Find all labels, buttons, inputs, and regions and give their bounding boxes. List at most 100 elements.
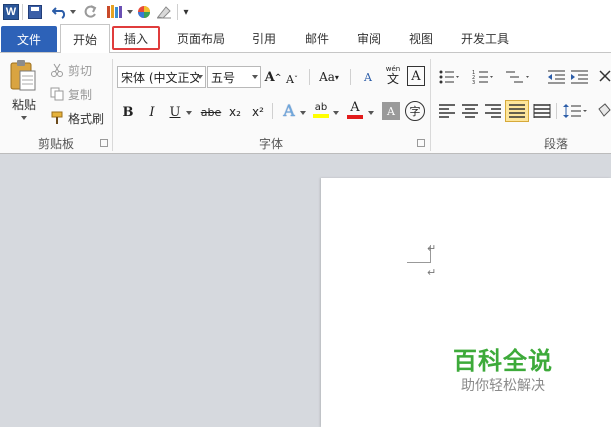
font-dialog-launcher[interactable]	[417, 139, 425, 147]
word-app-icon[interactable]: W	[3, 4, 19, 20]
multilevel-list-icon	[506, 71, 529, 83]
decrease-indent-icon	[548, 70, 565, 84]
tab-file[interactable]: 文件	[1, 26, 57, 53]
format-painter-icon	[51, 111, 63, 124]
paragraph-group-label: 段落	[543, 136, 568, 151]
text-effects-button[interactable]: A	[279, 99, 299, 121]
text-effects-dropdown-arrow[interactable]	[300, 111, 306, 115]
qat-divider	[22, 4, 23, 20]
multilevel-list-button[interactable]	[505, 69, 531, 87]
color-wheel-button[interactable]	[135, 3, 153, 21]
undo-button[interactable]	[49, 3, 71, 21]
align-center-button[interactable]	[461, 103, 479, 119]
paragraph-mark: ↵	[427, 266, 437, 279]
increase-indent-icon	[571, 70, 588, 84]
bullets-button[interactable]	[438, 69, 460, 87]
tab-developer[interactable]: 开发工具	[452, 24, 518, 53]
underline-button[interactable]: U	[166, 101, 184, 123]
redo-button[interactable]	[80, 3, 100, 21]
numbered-list-icon: 123	[472, 70, 493, 86]
distributed-button[interactable]	[533, 103, 551, 119]
brush-icon	[107, 5, 122, 18]
font-color-button[interactable]: A	[345, 99, 365, 121]
copy-icon	[50, 87, 64, 101]
line-spacing-icon	[563, 104, 587, 118]
divider	[556, 103, 557, 119]
line-spacing-button[interactable]	[563, 103, 589, 119]
color-wheel-icon	[138, 6, 150, 18]
justify-button[interactable]	[505, 100, 529, 122]
format-painter-button[interactable]: 格式刷	[50, 109, 104, 127]
paste-button[interactable]	[8, 59, 40, 95]
eraser-icon	[157, 6, 171, 19]
paste-label[interactable]: 粘贴	[12, 96, 36, 113]
undo-icon	[52, 7, 66, 19]
change-case-button[interactable]: Aa ▾	[316, 66, 342, 88]
tab-view[interactable]: 视图	[400, 24, 442, 53]
svg-text:3: 3	[472, 80, 475, 85]
subscript-button[interactable]: x₂	[226, 101, 244, 123]
undo-dropdown-arrow[interactable]	[70, 10, 76, 14]
justify-icon	[509, 104, 525, 118]
cut-button[interactable]: 剪切	[50, 61, 92, 79]
tab-home[interactable]: 开始	[60, 24, 110, 53]
watermark-title: 百科全说	[453, 347, 553, 375]
paste-dropdown-arrow[interactable]	[21, 116, 27, 120]
paint-tool-button[interactable]	[103, 3, 127, 21]
align-left-button[interactable]	[438, 103, 456, 119]
divider	[309, 69, 310, 85]
bold-button[interactable]: B	[119, 101, 137, 123]
decrease-indent-button[interactable]	[547, 69, 567, 87]
customize-qat-button[interactable]: ▾	[180, 3, 192, 21]
quick-access-toolbar: W ▾	[0, 0, 611, 24]
highlight-button[interactable]: ab	[311, 99, 331, 121]
shading-button[interactable]	[596, 103, 611, 119]
ribbon-tab-bar: 文件 开始 插入 页面布局 引用 邮件 审阅 视图 开发工具	[0, 24, 611, 53]
chevron-down-icon	[197, 75, 203, 79]
enclose-characters-button[interactable]: 字	[405, 101, 425, 121]
increase-indent-button[interactable]	[570, 69, 590, 87]
align-center-icon	[462, 104, 478, 118]
character-border-button[interactable]: A	[407, 66, 425, 86]
save-icon[interactable]	[28, 5, 42, 19]
strikethrough-button[interactable]: abe	[199, 101, 223, 123]
chinese-layout-button[interactable]	[598, 69, 611, 87]
font-color-dropdown-arrow[interactable]	[368, 111, 374, 115]
superscript-button[interactable]: x²	[249, 101, 267, 123]
underline-dropdown-arrow[interactable]	[186, 111, 192, 115]
chinese-layout-icon	[599, 70, 611, 82]
character-shading-button[interactable]: A	[382, 102, 400, 120]
eraser-button[interactable]	[155, 3, 173, 21]
clipboard-group-label: 剪贴板	[37, 136, 74, 151]
clipboard-dialog-launcher[interactable]	[100, 139, 108, 147]
italic-button[interactable]: I	[143, 101, 161, 123]
paragraph-mark: ↵	[427, 242, 437, 255]
highlight-color-bar	[313, 113, 329, 118]
align-left-icon	[439, 104, 455, 118]
align-right-icon	[485, 104, 501, 118]
phonetic-guide-button[interactable]: wén 文	[382, 64, 404, 86]
font-name-combo[interactable]: 宋体 (中文正文	[117, 66, 206, 88]
document-page[interactable]: ↵ ↵ 百科全说 助你轻松解决	[321, 178, 611, 427]
numbering-button[interactable]: 123	[472, 69, 494, 87]
qat-divider	[177, 4, 178, 20]
highlight-dropdown-arrow[interactable]	[333, 111, 339, 115]
ribbon-panel: 粘贴 剪切 复制 格式刷 剪贴板 宋体 (中文正文 五号 A ^ Aˇ Aa ▾ A…	[0, 52, 611, 154]
chevron-down-icon	[252, 75, 258, 79]
font-size-combo[interactable]: 五号	[207, 66, 261, 88]
redo-icon	[84, 5, 97, 18]
tab-review[interactable]: 审阅	[348, 24, 390, 53]
tab-references[interactable]: 引用	[243, 24, 285, 53]
tab-page-layout[interactable]: 页面布局	[168, 24, 234, 53]
clipboard-paste-icon	[10, 60, 36, 91]
copy-button[interactable]: 复制	[50, 85, 92, 103]
grow-font-button[interactable]: A ^	[264, 66, 282, 88]
align-right-button[interactable]	[484, 103, 502, 119]
font-group-label: 字体	[258, 136, 283, 151]
shrink-font-button[interactable]: Aˇ	[284, 68, 300, 90]
clear-formatting-button[interactable]: A	[358, 66, 378, 88]
tab-mailings[interactable]: 邮件	[296, 24, 338, 53]
paint-dropdown-arrow[interactable]	[127, 10, 133, 14]
watermark-subtitle: 助你轻松解决	[461, 378, 545, 394]
paint-bucket-icon	[598, 103, 611, 117]
